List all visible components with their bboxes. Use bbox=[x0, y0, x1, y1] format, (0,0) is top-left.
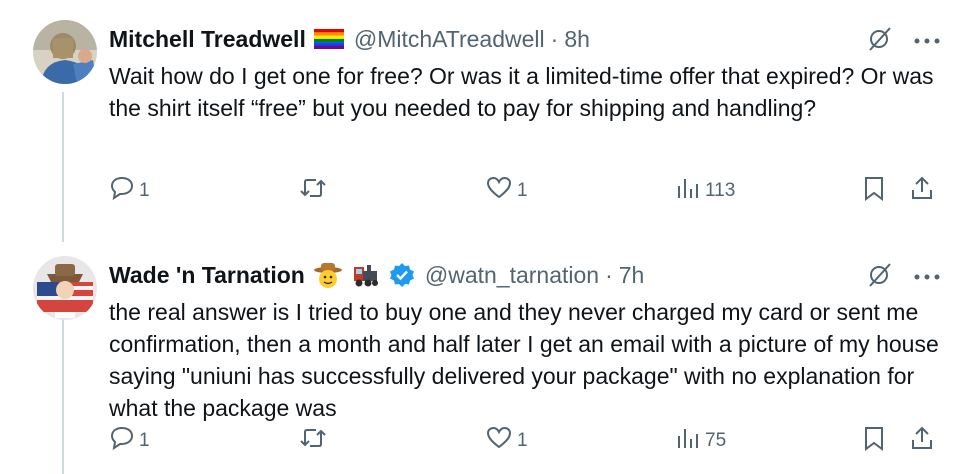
share-icon bbox=[909, 425, 935, 457]
share-icon bbox=[909, 175, 935, 207]
action-bar: 1 1 113 bbox=[109, 176, 939, 206]
grok-icon[interactable] bbox=[866, 260, 894, 293]
views-button[interactable]: 75 bbox=[675, 426, 726, 456]
bookmark-button[interactable] bbox=[861, 176, 887, 206]
avatar[interactable] bbox=[33, 256, 97, 320]
bookmark-icon bbox=[861, 425, 887, 457]
verified-badge-icon[interactable] bbox=[389, 262, 415, 288]
retweet-icon bbox=[299, 175, 327, 207]
tweet-text: Wait how do I get one for free? Or was i… bbox=[109, 63, 934, 121]
thread-line bbox=[62, 312, 64, 474]
views-button[interactable]: 113 bbox=[675, 176, 735, 206]
reply-icon bbox=[109, 175, 135, 207]
heart-icon bbox=[485, 175, 513, 207]
grok-icon[interactable] bbox=[866, 24, 894, 57]
share-button[interactable] bbox=[909, 176, 935, 206]
retweet-button[interactable] bbox=[299, 426, 331, 456]
more-options-icon[interactable] bbox=[914, 32, 940, 50]
tweet-header: Mitchell Treadwell @MitchATreadwell · 8h bbox=[109, 22, 590, 56]
rainbow-flag-icon bbox=[313, 29, 344, 49]
reply-count: 1 bbox=[139, 430, 150, 451]
bookmark-icon bbox=[861, 175, 887, 207]
display-name[interactable]: Wade 'n Tarnation bbox=[109, 262, 305, 289]
timestamp[interactable]: 7h bbox=[619, 262, 645, 289]
timestamp[interactable]: 8h bbox=[564, 26, 590, 53]
heart-icon bbox=[485, 425, 513, 457]
separator-dot: · bbox=[550, 25, 559, 52]
reply-count: 1 bbox=[139, 180, 150, 201]
train-emoji-icon bbox=[351, 261, 381, 289]
retweet-button[interactable] bbox=[299, 176, 331, 206]
view-count: 75 bbox=[705, 430, 727, 451]
reply-button[interactable]: 1 bbox=[109, 176, 150, 206]
views-icon bbox=[675, 175, 701, 207]
retweet-icon bbox=[299, 425, 327, 457]
avatar[interactable] bbox=[33, 20, 97, 84]
like-count: 1 bbox=[517, 180, 528, 201]
cowboy-emoji-icon bbox=[313, 261, 343, 289]
like-button[interactable]: 1 bbox=[485, 176, 528, 206]
user-handle[interactable]: @MitchATreadwell bbox=[354, 26, 545, 53]
tweet-text: the real answer is I tried to buy one an… bbox=[109, 299, 939, 421]
user-handle[interactable]: @watn_tarnation bbox=[425, 262, 599, 289]
bookmark-button[interactable] bbox=[861, 426, 887, 456]
like-count: 1 bbox=[517, 430, 528, 451]
reply-icon bbox=[109, 425, 135, 457]
reply-button[interactable]: 1 bbox=[109, 426, 150, 456]
views-icon bbox=[675, 425, 701, 457]
thread-line bbox=[62, 92, 64, 242]
display-name[interactable]: Mitchell Treadwell bbox=[109, 26, 306, 53]
view-count: 113 bbox=[705, 180, 736, 201]
tweet-header: Wade 'n Tarnation @watn_tarnation · 7h bbox=[109, 258, 644, 292]
like-button[interactable]: 1 bbox=[485, 426, 528, 456]
action-bar: 1 1 75 bbox=[109, 426, 939, 456]
more-options-icon[interactable] bbox=[914, 268, 940, 286]
share-button[interactable] bbox=[909, 426, 935, 456]
separator-dot: · bbox=[605, 261, 613, 288]
